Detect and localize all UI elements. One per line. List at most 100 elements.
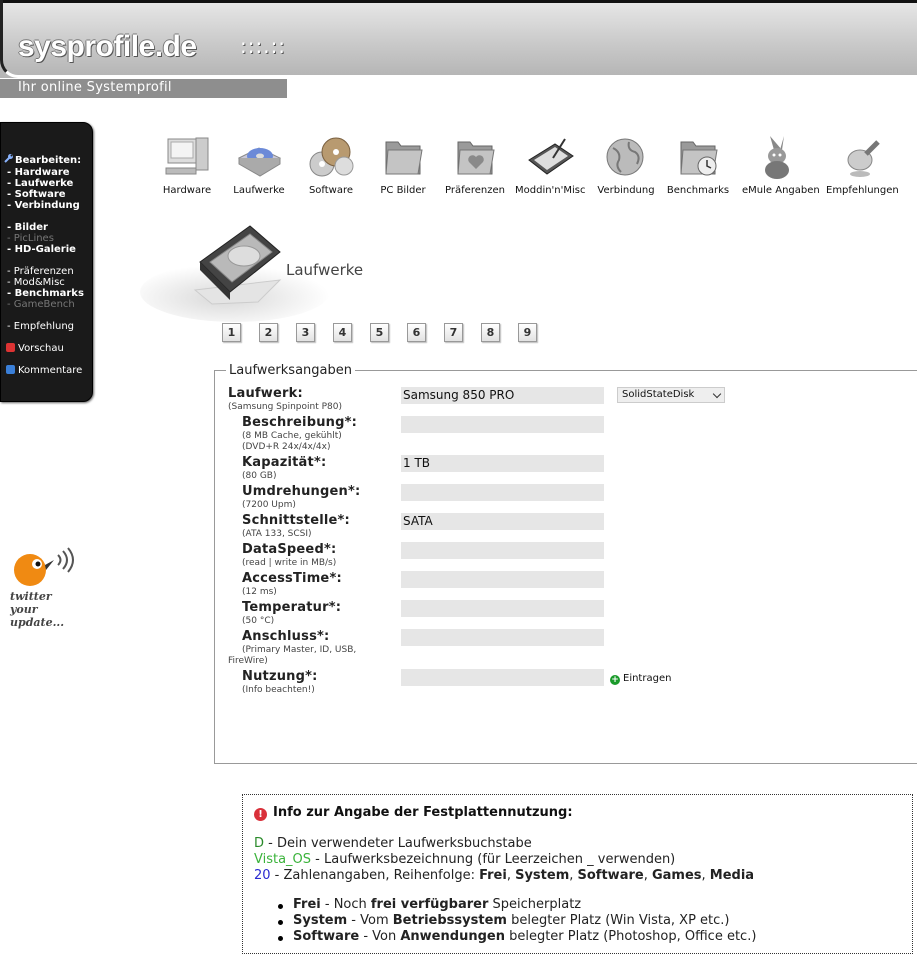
schnittstelle-input[interactable]: SATA xyxy=(401,513,604,530)
nav-empfehlungen[interactable]: Empfehlungen xyxy=(826,134,899,196)
chevron-down-icon xyxy=(712,389,722,399)
sidebar-comments[interactable]: Kommentare xyxy=(6,365,82,376)
sidebar-item-modmisc[interactable]: - Mod&Misc xyxy=(7,277,65,288)
nutzung-input[interactable] xyxy=(401,669,604,686)
page-button-9[interactable]: 9 xyxy=(518,323,537,342)
info-bullet-frei: Frei - Noch frei verfügbarer Speicherpla… xyxy=(293,897,582,912)
clock-folder-icon xyxy=(673,134,723,180)
nav-label: Software xyxy=(308,185,354,196)
beschreibung-input[interactable] xyxy=(401,416,604,433)
site-header: sysprofile.de :::.:: Ihr online Systempr… xyxy=(0,0,917,98)
submit-button[interactable]: + Eintragen xyxy=(610,673,671,685)
twitter-caption-line1: twitter xyxy=(10,590,52,603)
hint-dataspeed: (read | write in MB/s) xyxy=(242,558,337,568)
page-button-6[interactable]: 6 xyxy=(407,323,426,342)
label-anschluss: Anschluss*: xyxy=(242,629,330,644)
bullet-dot xyxy=(278,920,283,925)
label-temperatur: Temperatur*: xyxy=(242,600,342,615)
label-kapazitaet: Kapazität*: xyxy=(242,455,327,470)
nav-laufwerke[interactable]: Laufwerke xyxy=(224,134,294,196)
nav-label: Verbindung xyxy=(597,185,655,196)
sidebar-item-benchmarks[interactable]: - Benchmarks xyxy=(7,288,84,299)
twitter-caption[interactable]: twitter your update... xyxy=(10,590,64,629)
temperatur-input[interactable] xyxy=(401,600,604,617)
nav-label: Benchmarks xyxy=(666,185,730,196)
bullet-dot xyxy=(278,904,283,909)
hint-umdrehungen: (7200 Upm) xyxy=(242,500,296,510)
page-button-1[interactable]: 1 xyxy=(222,323,241,342)
warning-icon: ! xyxy=(254,808,267,821)
twitter-caption-line3: update... xyxy=(10,616,65,629)
sidebar-item-bilder[interactable]: - Bilder xyxy=(7,222,48,233)
nav-label: PC Bilder xyxy=(380,185,426,196)
site-logo[interactable]: sysprofile.de xyxy=(18,30,197,64)
info-bullet-system: System - Vom Betriebssystem belegter Pla… xyxy=(293,913,730,928)
nav-moddin-misc[interactable]: Moddin'n'Misc xyxy=(515,134,586,196)
computer-icon xyxy=(162,134,212,180)
sidebar-item-hd-galerie[interactable]: - HD-Galerie xyxy=(7,244,76,255)
disc-drive-icon xyxy=(234,134,284,180)
label-umdrehungen: Umdrehungen*: xyxy=(242,484,361,499)
twitter-caption-line2: your xyxy=(10,603,38,616)
page-button-2[interactable]: 2 xyxy=(259,323,278,342)
sidebar-item-software[interactable]: - Software xyxy=(7,189,66,200)
hint-anschluss: (Primary Master, ID, USB, FireWire) xyxy=(228,645,357,666)
label-accesstime: AccessTime*: xyxy=(242,571,342,586)
kapazitaet-input[interactable]: 1 TB xyxy=(401,455,604,472)
section-title: Laufwerke xyxy=(286,261,364,279)
nav-label: eMule Angaben xyxy=(742,185,820,196)
bullet-dot xyxy=(278,936,283,941)
comments-icon xyxy=(6,365,15,374)
preview-icon xyxy=(6,343,15,352)
nav-pc-bilder[interactable]: PC Bilder xyxy=(368,134,438,196)
hint-schnittstelle: (ATA 133, SCSI) xyxy=(242,529,312,539)
laufwerk-input[interactable]: Samsung 850 PRO xyxy=(401,387,604,404)
hint-laufwerk: (Samsung Spinpoint P80) xyxy=(228,402,343,412)
hint-kapazitaet: (80 GB) xyxy=(242,471,277,481)
page-button-4[interactable]: 4 xyxy=(333,323,352,342)
nav-emule-angaben[interactable]: eMule Angaben xyxy=(742,134,820,196)
nav-benchmarks[interactable]: Benchmarks xyxy=(663,134,733,196)
hint-beschreibung: (8 MB Cache, gekühlt) (DVD+R 24x/4x/4x) xyxy=(242,431,342,452)
sidebar-preview[interactable]: Vorschau xyxy=(6,343,64,354)
sidebar-item-laufwerke[interactable]: - Laufwerke xyxy=(7,178,73,189)
nav-verbindung[interactable]: Verbindung xyxy=(591,134,661,196)
sidebar-item-hardware[interactable]: - Hardware xyxy=(7,167,70,178)
sidebar-item-empfehlung[interactable]: - Empfehlung xyxy=(7,321,74,332)
page-button-5[interactable]: 5 xyxy=(370,323,389,342)
nav-hardware[interactable]: Hardware xyxy=(152,134,222,196)
accesstime-input[interactable] xyxy=(401,571,604,588)
nav-software[interactable]: Software xyxy=(296,134,366,196)
info-line-numbers: 20 - Zahlenangaben, Reihenfolge: Frei, S… xyxy=(254,868,755,883)
info-line-drive-letter: D - Dein verwendeter Laufwerksbuchstabe xyxy=(254,836,532,851)
submit-label: Eintragen xyxy=(623,673,672,684)
drive-type-value: SolidStateDisk xyxy=(622,389,695,400)
mule-icon xyxy=(752,134,802,180)
umdrehungen-input[interactable] xyxy=(401,484,604,501)
hint-nutzung: (Info beachten!) xyxy=(242,685,315,695)
glass-icon xyxy=(836,134,886,180)
nav-label: Moddin'n'Misc xyxy=(515,185,586,196)
nav-praeferenzen[interactable]: Präferenzen xyxy=(440,134,510,196)
label-laufwerk: Laufwerk: xyxy=(228,386,303,401)
sidebar-item-gamebench: - GameBench xyxy=(7,299,75,310)
dataspeed-input[interactable] xyxy=(401,542,604,559)
hint-accesstime: (12 ms) xyxy=(242,587,277,597)
info-title: ! Info zur Angabe der Festplattennutzung: xyxy=(254,805,573,821)
page-button-7[interactable]: 7 xyxy=(444,323,463,342)
tablet-icon xyxy=(525,134,575,180)
page-button-3[interactable]: 3 xyxy=(296,323,315,342)
sidebar-item-verbindung[interactable]: - Verbindung xyxy=(7,200,80,211)
page-button-8[interactable]: 8 xyxy=(481,323,500,342)
sidebar-edit-heading: Bearbeiten: xyxy=(4,153,81,166)
folder-icon xyxy=(378,134,428,180)
sidebar-item-praeferenzen[interactable]: - Präferenzen xyxy=(7,266,74,277)
nav-label: Hardware xyxy=(162,185,212,196)
heart-folder-icon xyxy=(450,134,500,180)
drive-type-select[interactable]: SolidStateDisk xyxy=(617,387,725,403)
logo-dots: :::.:: xyxy=(240,34,287,58)
nav-label: Präferenzen xyxy=(445,185,505,196)
nav-label: Laufwerke xyxy=(233,185,285,196)
anschluss-input[interactable] xyxy=(401,629,604,646)
sidebar-item-piclines: - PicLines xyxy=(7,233,54,244)
